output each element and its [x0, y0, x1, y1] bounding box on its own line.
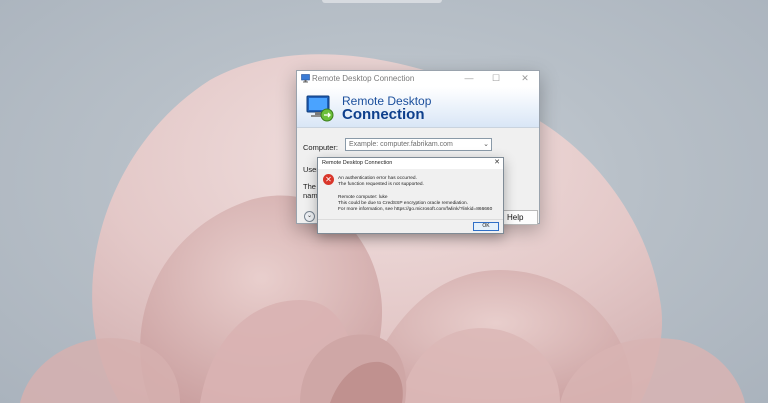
maximize-button[interactable]: ☐ — [490, 73, 502, 84]
error-info-link-line: For more information, see https://go.mic… — [338, 207, 493, 212]
ok-button[interactable]: OK — [473, 222, 499, 231]
error-dialog-close-button[interactable]: ✕ — [494, 158, 500, 166]
monitor-connection-icon — [306, 95, 334, 122]
error-dialog-title: Remote Desktop Connection — [322, 160, 393, 166]
window-title: Remote Desktop Connection — [312, 74, 415, 83]
error-dialog-title-bar: Remote Desktop Connection ✕ — [318, 158, 503, 169]
rdc-app-icon — [301, 74, 310, 83]
minimize-button[interactable]: — — [463, 73, 475, 83]
computer-combobox[interactable]: Example: computer.fabrikam.com ⌄ — [345, 138, 492, 151]
chevron-down-icon[interactable]: ⌄ — [483, 139, 489, 150]
taskbar-hint — [322, 0, 442, 3]
error-remote-computer: Remote computer: luke — [338, 195, 388, 200]
banner-title-line2: Connection — [342, 106, 425, 123]
help-button[interactable]: Help — [503, 210, 538, 225]
error-dialog: Remote Desktop Connection ✕ ✕ An authent… — [317, 157, 504, 234]
title-bar: Remote Desktop Connection — ☐ ✕ — [297, 71, 539, 87]
computer-placeholder: Example: computer.fabrikam.com — [349, 141, 453, 148]
computer-label: Computer: — [303, 143, 339, 152]
error-cause-line: This could be due to CredSSP encryption … — [338, 201, 469, 206]
error-icon: ✕ — [323, 174, 334, 185]
error-dialog-footer: OK — [318, 219, 503, 233]
show-options-button[interactable]: ⌄ — [304, 211, 315, 222]
error-message-line1: An authentication error has occurred. — [338, 176, 417, 181]
close-button[interactable]: ✕ — [519, 73, 531, 84]
rdc-banner: Remote Desktop Connection — [297, 87, 539, 128]
error-message-line2: The function requested is not supported. — [338, 182, 424, 187]
